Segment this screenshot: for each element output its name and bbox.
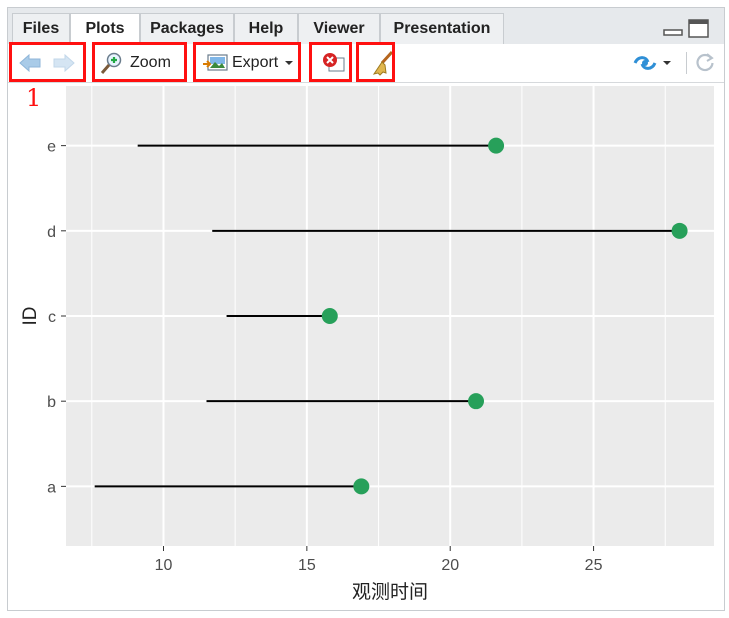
publish-icon bbox=[633, 56, 657, 70]
tab-help[interactable]: Help bbox=[234, 13, 298, 44]
highlight-box-2 bbox=[92, 42, 187, 82]
annotation-number-1: 1 bbox=[26, 84, 42, 112]
maximize-icon[interactable] bbox=[688, 19, 710, 39]
highlight-box-1 bbox=[9, 42, 86, 82]
refresh-icon bbox=[696, 53, 714, 72]
refresh-button[interactable] bbox=[692, 44, 718, 82]
annotation-number-3: 3 bbox=[220, 84, 236, 112]
plots-pane: Files Plots Packages Help Viewer Present… bbox=[7, 7, 725, 611]
annotation-number-2: 2 bbox=[116, 84, 132, 112]
tab-bar: Files Plots Packages Help Viewer Present… bbox=[8, 8, 724, 45]
tab-plots[interactable]: Plots bbox=[70, 13, 140, 45]
toolbar-separator bbox=[686, 52, 687, 74]
highlight-box-4 bbox=[309, 42, 352, 82]
tab-presentation[interactable]: Presentation bbox=[380, 13, 504, 44]
minimize-icon[interactable] bbox=[663, 23, 683, 37]
tab-files[interactable]: Files bbox=[12, 13, 70, 44]
tab-packages[interactable]: Packages bbox=[140, 13, 234, 44]
annotation-number-5: 5 bbox=[372, 84, 388, 112]
tab-viewer[interactable]: Viewer bbox=[298, 13, 380, 44]
publish-button[interactable] bbox=[632, 44, 676, 82]
annotation-number-4: 4 bbox=[320, 84, 336, 112]
highlight-box-3 bbox=[193, 42, 301, 82]
caret-down-icon bbox=[663, 61, 671, 65]
highlight-box-5 bbox=[356, 42, 395, 82]
